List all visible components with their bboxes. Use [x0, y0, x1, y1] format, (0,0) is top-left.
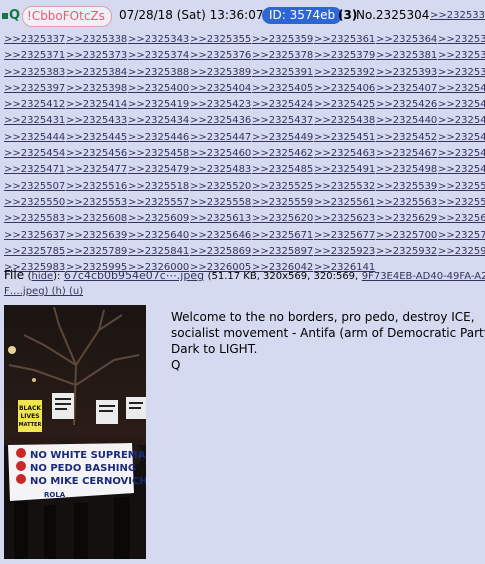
- svg-text:NO MIKE CERNOVICH: NO MIKE CERNOVICH: [30, 476, 146, 487]
- backlink-row: >>2325383>>2325384>>2325388>>2325389>>23…: [4, 60, 485, 78]
- backlinks-list: >>2325337>>2325338>>2325343>>2325355>>23…: [4, 27, 485, 273]
- backlink[interactable]: >>2325954: [438, 244, 485, 260]
- post-number[interactable]: No.2325304: [356, 5, 429, 26]
- post-date: 07/28/18 (Sat) 13:36:07: [119, 8, 264, 22]
- tripcode-badge: !CbboFOtcZs: [22, 6, 112, 27]
- svg-text:ROLA: ROLA: [44, 491, 66, 499]
- file-meta: (51.17 KB, 320x569, 320:569,: [207, 271, 359, 282]
- svg-text:MATTER: MATTER: [19, 422, 42, 428]
- backlink-row: >>2325471>>2325477>>2325479>>2325483>>23…: [4, 157, 485, 175]
- q-name: Q: [9, 8, 21, 23]
- backlink[interactable]: >>2325932: [376, 244, 438, 260]
- message-line: Dark to LIGHT.: [171, 342, 258, 356]
- svg-text:NO WHITE SUPREMACY: NO WHITE SUPREMACY: [30, 450, 146, 461]
- backlink-row: >>2325431>>2325433>>2325434>>2325436>>23…: [4, 108, 485, 126]
- hide-link[interactable]: hide: [32, 271, 54, 282]
- post-header: Q !CbboFOtcZs 07/28/18 (Sat) 13:36:07 ID…: [0, 5, 485, 29]
- backlink-row: >>2325337>>2325338>>2325343>>2325355>>23…: [4, 27, 485, 45]
- post-count: (3): [338, 8, 358, 22]
- backlink-row: >>2325550>>2325553>>2325557>>2325558>>23…: [4, 190, 485, 208]
- svg-text:NO PEDO BASHING: NO PEDO BASHING: [30, 463, 136, 474]
- backlink-row: >>2325444>>2325445>>2325446>>2325447>>23…: [4, 125, 485, 143]
- poster-id-badge[interactable]: ID: 3574eb: [262, 7, 343, 24]
- backlink-row: >>2325454>>2325456>>2325458>>2325460>>23…: [4, 141, 485, 159]
- backlink-row: >>2325637>>2325639>>2325640>>2325646>>23…: [4, 223, 485, 241]
- backlink-row: >>2325785>>2325789>>2325841>>2325869>>23…: [4, 239, 485, 257]
- flag-icon: [2, 13, 8, 19]
- backlink-row: >>2325371>>2325373>>2325374>>2325376>>23…: [4, 43, 485, 61]
- post-image[interactable]: BLACK LIVES MATTER NO WHITE SUPREMACY NO…: [4, 305, 146, 559]
- file-info: File (hide): 67c4cb0b954e07c⋯.jpeg (51.1…: [4, 267, 485, 285]
- file-link[interactable]: 67c4cb0b954e07c⋯.jpeg: [64, 269, 204, 282]
- svg-text:LIVES: LIVES: [20, 413, 39, 420]
- hide-close: ):: [53, 271, 61, 282]
- svg-text:BLACK: BLACK: [19, 405, 41, 412]
- backlink-row: >>2325397>>2325398>>2325400>>2325404>>23…: [4, 76, 485, 94]
- message-line: Welcome to the no borders, pro pedo, des…: [171, 310, 475, 324]
- file-label: File: [4, 268, 25, 282]
- backlink-row: >>2325412>>2325414>>2325419>>2325423>>23…: [4, 92, 485, 110]
- file-info-line2[interactable]: F….jpeg) (h) (u): [4, 286, 83, 297]
- backlink-row: >>2325507>>2325516>>2325518>>2325520>>23…: [4, 174, 485, 192]
- backlink-row: >>2325583>>2325608>>2325609>>2325613>>23…: [4, 206, 485, 224]
- message-line: Q: [171, 358, 181, 372]
- original-filename-link[interactable]: 9F73E4EB-AD40-49FA-A2D3-: [362, 271, 485, 282]
- protest-photo: BLACK LIVES MATTER NO WHITE SUPREMACY NO…: [4, 305, 146, 559]
- quote-link[interactable]: >>2325331: [430, 5, 485, 26]
- post-message: Welcome to the no borders, pro pedo, des…: [171, 309, 485, 373]
- message-line: socialist movement - Antifa (arm of Demo…: [171, 326, 485, 340]
- post: Q !CbboFOtcZs 07/28/18 (Sat) 13:36:07 ID…: [0, 0, 485, 564]
